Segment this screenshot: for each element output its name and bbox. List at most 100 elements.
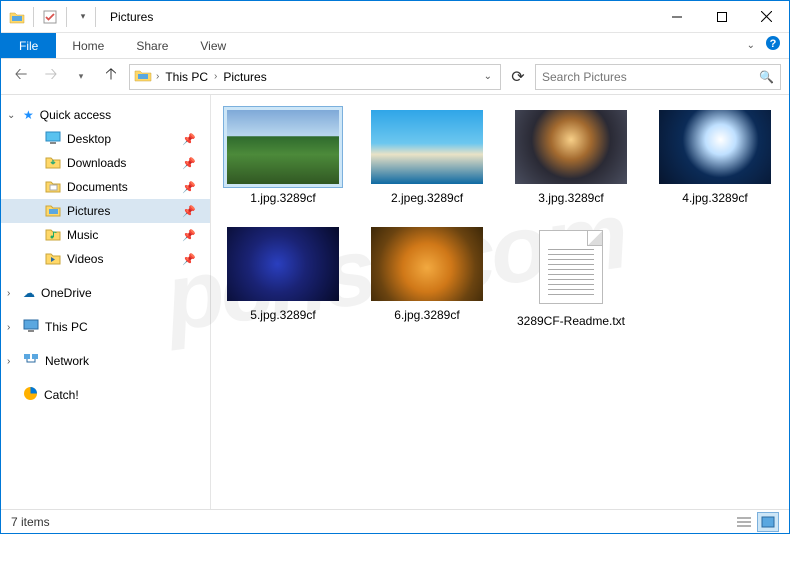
pin-icon: 📌	[182, 205, 196, 218]
pin-icon: 📌	[182, 133, 196, 146]
file-item[interactable]: 6.jpg.3289cf	[365, 224, 489, 329]
recent-dropdown[interactable]: ▾	[69, 65, 93, 89]
navigation-pane: ⌄ ★ Quick access Desktop 📌 Downloads 📌 Docum…	[1, 95, 211, 509]
close-button[interactable]	[744, 1, 789, 32]
pin-icon: 📌	[182, 229, 196, 242]
music-icon	[45, 227, 61, 244]
explorer-window: pcrisk.com ▾ Pictures File Home Share Vi…	[0, 0, 790, 534]
nav-label: Videos	[67, 252, 103, 266]
file-item[interactable]: 2.jpeg.3289cf	[365, 107, 489, 206]
pin-icon: 📌	[182, 157, 196, 170]
file-name: 2.jpeg.3289cf	[391, 191, 463, 206]
nav-label: OneDrive	[41, 286, 92, 300]
details-view-button[interactable]	[733, 512, 755, 532]
status-bar: 7 items	[1, 509, 789, 533]
nav-label: Network	[45, 354, 89, 368]
sidebar-item-music[interactable]: Music 📌	[1, 223, 210, 247]
forward-button[interactable]: 🡢	[39, 65, 63, 89]
breadcrumb-thispc[interactable]: This PC	[163, 70, 210, 84]
refresh-button[interactable]: ⟳	[507, 66, 529, 88]
nav-label: Documents	[67, 180, 128, 194]
nav-label: Quick access	[40, 108, 111, 122]
pictures-folder-icon	[134, 68, 152, 85]
file-name: 1.jpg.3289cf	[250, 191, 315, 206]
image-thumbnail	[227, 227, 339, 301]
search-input[interactable]	[542, 70, 759, 84]
qat-properties-icon[interactable]	[40, 7, 60, 27]
file-item[interactable]: 5.jpg.3289cf	[221, 224, 345, 329]
onedrive-icon: ☁	[23, 286, 35, 300]
nav-quick-access[interactable]: ⌄ ★ Quick access	[1, 103, 210, 127]
file-name: 3289CF-Readme.txt	[517, 314, 625, 329]
breadcrumb-pictures[interactable]: Pictures	[221, 70, 268, 84]
star-icon: ★	[23, 108, 34, 122]
text-file-icon	[539, 230, 603, 304]
help-icon[interactable]: ?	[765, 35, 781, 56]
svg-text:?: ?	[770, 38, 777, 50]
chevron-right-icon[interactable]: ›	[7, 322, 10, 333]
tab-home[interactable]: Home	[56, 33, 120, 58]
chevron-right-icon[interactable]: ›	[156, 71, 159, 82]
explorer-icon	[7, 7, 27, 27]
network-icon	[23, 353, 39, 370]
nav-label: Catch!	[44, 388, 79, 402]
qat-dropdown-icon[interactable]: ▾	[73, 7, 93, 27]
file-item[interactable]: 4.jpg.3289cf	[653, 107, 777, 206]
chevron-right-icon[interactable]: ›	[7, 288, 10, 299]
nav-label: Downloads	[67, 156, 126, 170]
address-dropdown-icon[interactable]: ⌄	[480, 71, 496, 82]
thumbnails-view-button[interactable]	[757, 512, 779, 532]
ribbon: File Home Share View ⌄ ?	[1, 33, 789, 59]
nav-catch[interactable]: Catch!	[1, 383, 210, 407]
search-box[interactable]: 🔍	[535, 64, 781, 90]
back-button[interactable]: 🡠	[9, 65, 33, 89]
chevron-right-icon[interactable]: ›	[7, 356, 10, 367]
chevron-down-icon[interactable]: ⌄	[7, 110, 15, 121]
nav-thispc[interactable]: › This PC	[1, 315, 210, 339]
sidebar-item-downloads[interactable]: Downloads 📌	[1, 151, 210, 175]
sidebar-item-documents[interactable]: Documents📌	[1, 175, 210, 199]
downloads-icon	[45, 155, 61, 172]
image-thumbnail	[659, 110, 771, 184]
chevron-right-icon[interactable]: ›	[214, 71, 217, 82]
file-name: 3.jpg.3289cf	[538, 191, 603, 206]
maximize-button[interactable]	[699, 1, 744, 32]
status-text: 7 items	[11, 515, 50, 529]
file-name: 5.jpg.3289cf	[250, 308, 315, 323]
documents-icon	[45, 179, 61, 196]
body: ⌄ ★ Quick access Desktop 📌 Downloads 📌 Docum…	[1, 95, 789, 509]
image-thumbnail	[371, 227, 483, 301]
thispc-icon	[23, 319, 39, 336]
minimize-button[interactable]	[654, 1, 699, 32]
nav-label: This PC	[45, 320, 88, 334]
address-bar[interactable]: › This PC › Pictures ⌄	[129, 64, 501, 90]
nav-label: Music	[67, 228, 98, 242]
tab-file[interactable]: File	[1, 33, 56, 58]
file-item[interactable]: 3.jpg.3289cf	[509, 107, 633, 206]
file-name: 4.jpg.3289cf	[682, 191, 747, 206]
tab-share[interactable]: Share	[120, 33, 184, 58]
nav-onedrive[interactable]: › ☁ OneDrive	[1, 281, 210, 305]
nav-label: Pictures	[67, 204, 110, 218]
address-bar-row: 🡠 🡢 ▾ 🡡 › This PC › Pictures ⌄ ⟳ 🔍	[1, 59, 789, 95]
pin-icon: 📌	[182, 253, 196, 266]
window-title: Pictures	[110, 10, 153, 24]
file-item[interactable]: 1.jpg.3289cf	[221, 107, 345, 206]
sidebar-item-pictures[interactable]: Pictures 📌	[1, 199, 210, 223]
desktop-icon	[45, 131, 61, 147]
file-name: 6.jpg.3289cf	[394, 308, 459, 323]
image-thumbnail	[227, 110, 339, 184]
tab-view[interactable]: View	[184, 33, 242, 58]
sidebar-item-desktop[interactable]: Desktop 📌	[1, 127, 210, 151]
nav-network[interactable]: › Network	[1, 349, 210, 373]
up-button[interactable]: 🡡	[99, 65, 123, 89]
titlebar: ▾ Pictures	[1, 1, 789, 33]
nav-label: Desktop	[67, 132, 111, 146]
ribbon-expand-icon[interactable]: ⌄	[747, 40, 755, 51]
search-icon[interactable]: 🔍	[759, 70, 774, 84]
sidebar-item-videos[interactable]: Videos 📌	[1, 247, 210, 271]
catch-icon	[23, 386, 38, 404]
image-thumbnail	[515, 110, 627, 184]
file-item[interactable]: 3289CF-Readme.txt	[509, 224, 633, 329]
file-list[interactable]: 1.jpg.3289cf 2.jpeg.3289cf 3.jpg.3289cf 4.j…	[211, 95, 789, 509]
